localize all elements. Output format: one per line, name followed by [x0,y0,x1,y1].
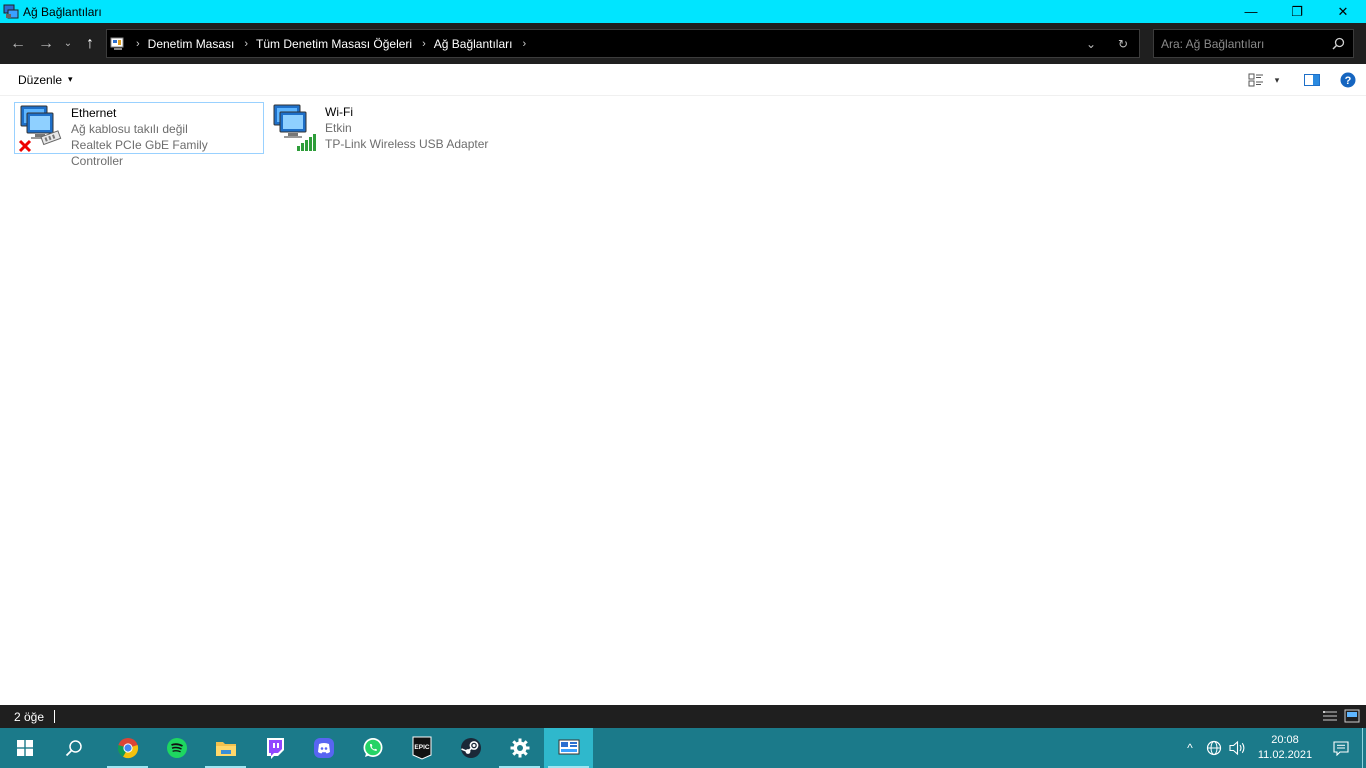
navigation-bar: ← → ⌄ ↑ › Denetim Masası › Tüm Denetim M… [0,23,1366,64]
taskbar-search-button[interactable] [49,728,98,768]
chrome-icon [117,738,138,759]
connection-ethernet[interactable]: Ethernet Ağ kablosu takılı değil Realtek… [14,102,264,168]
gear-icon [510,738,529,758]
globe-icon [1206,740,1222,756]
preview-pane-button[interactable] [1294,74,1330,86]
taskbar: EPIC ^ 20:08 11.02.2021 [0,728,1366,768]
search-box[interactable] [1153,29,1354,58]
breadcrumb-separator[interactable]: › [244,38,248,50]
help-button[interactable]: ? [1330,72,1366,88]
windows-logo-icon [16,740,33,756]
change-view-button[interactable] [1246,73,1266,87]
breadcrumb-network-connections[interactable]: Ağ Bağlantıları [434,37,513,51]
search-input[interactable] [1161,36,1321,51]
address-bar[interactable]: › Denetim Masası › Tüm Denetim Masası Öğ… [106,29,1140,58]
taskbar-epic-games[interactable]: EPIC [397,728,446,768]
status-divider [54,710,56,723]
up-button[interactable]: ↑ [76,23,104,64]
title-bar: Ağ Bağlantıları — ❐ ✕ [0,0,1366,23]
network-status-icon[interactable] [1202,728,1226,768]
clock-time: 20:08 [1271,734,1299,746]
large-icons-view-icon [1344,709,1360,723]
window-title: Ağ Bağlantıları [23,4,102,19]
close-button[interactable]: ✕ [1320,0,1366,23]
taskbar-steam[interactable] [446,728,495,768]
connection-wifi[interactable]: Wi-Fi Etkin TP-Link Wireless USB Adapter [269,102,499,154]
breadcrumb-control-panel[interactable]: Denetim Masası [148,37,235,51]
twitch-icon [266,738,284,759]
refresh-button[interactable]: ↻ [1107,37,1139,51]
taskbar-whatsapp[interactable] [348,728,397,768]
view-options-dropdown[interactable]: ▾ [1266,75,1288,86]
volume-icon[interactable] [1226,728,1250,768]
connection-status: Etkin [325,121,352,135]
taskbar-network-connections[interactable] [544,728,593,768]
organize-label: Düzenle [18,72,63,87]
clock-date: 11.02.2021 [1257,749,1313,761]
details-view-button[interactable] [1322,709,1338,726]
show-desktop-button[interactable] [1362,728,1366,768]
taskbar-twitch[interactable] [250,728,299,768]
clock[interactable]: 20:08 11.02.2021 [1250,733,1320,763]
epic-logo-text: EPIC [414,744,429,751]
folder-icon [215,742,236,756]
connection-name: Wi-Fi [325,105,353,119]
large-icons-view-button[interactable] [1344,709,1360,726]
search-icon[interactable] [1332,37,1345,53]
discord-icon [313,738,334,758]
details-view-icon [1323,711,1337,721]
breadcrumb-all-control-panel-items[interactable]: Tüm Denetim Masası Öğeleri [256,37,412,51]
ethernet-icon [15,103,71,153]
command-bar: Düzenle ▾ ▾ ? [0,64,1366,96]
svg-text:?: ? [1345,75,1352,87]
connection-name: Ethernet [71,106,117,120]
disconnected-icon [18,139,32,153]
view-options-icon [1248,73,1263,87]
breadcrumb-separator[interactable]: › [522,38,526,50]
recent-locations-button[interactable]: ⌄ [60,23,76,64]
whatsapp-icon [363,738,382,757]
organize-button[interactable]: Düzenle ▾ [18,73,73,87]
connection-device: Realtek PCIe GbE Family Controller [71,138,208,168]
show-hidden-icons-button[interactable]: ^ [1178,728,1202,768]
address-dropdown-button[interactable]: ⌄ [1075,37,1107,51]
preview-pane-icon [1304,74,1320,86]
chevron-down-icon: ▾ [68,74,73,84]
breadcrumb-separator: › [136,37,140,50]
forward-button[interactable]: → [32,23,60,64]
control-panel-icon [110,36,126,52]
item-count: 2 öğe [14,709,45,724]
action-center-button[interactable] [1320,728,1362,768]
spotify-icon [166,738,187,758]
steam-icon [460,738,481,758]
connection-status: Ağ kablosu takılı değil [71,122,188,136]
control-panel-icon [558,739,579,755]
epic-games-icon: EPIC [412,736,431,760]
taskbar-file-explorer[interactable] [201,728,250,768]
start-button[interactable] [0,728,49,768]
system-tray: ^ 20:08 11.02.2021 [1178,728,1366,768]
taskbar-settings[interactable] [495,728,544,768]
taskbar-discord[interactable] [299,728,348,768]
connection-device: TP-Link Wireless USB Adapter [325,137,489,151]
minimize-button[interactable]: — [1228,0,1274,23]
connections-view: Ethernet Ağ kablosu takılı değil Realtek… [0,96,1366,705]
back-button[interactable]: ← [4,23,32,64]
network-connections-icon [3,4,19,20]
wifi-icon [269,102,325,152]
taskbar-spotify[interactable] [152,728,201,768]
search-icon [65,740,82,757]
status-bar: 2 öğe [0,705,1366,728]
breadcrumb-separator[interactable]: › [422,38,426,50]
restore-button[interactable]: ❐ [1274,0,1320,23]
help-icon: ? [1340,72,1356,88]
taskbar-chrome[interactable] [103,728,152,768]
notification-icon [1333,740,1349,756]
